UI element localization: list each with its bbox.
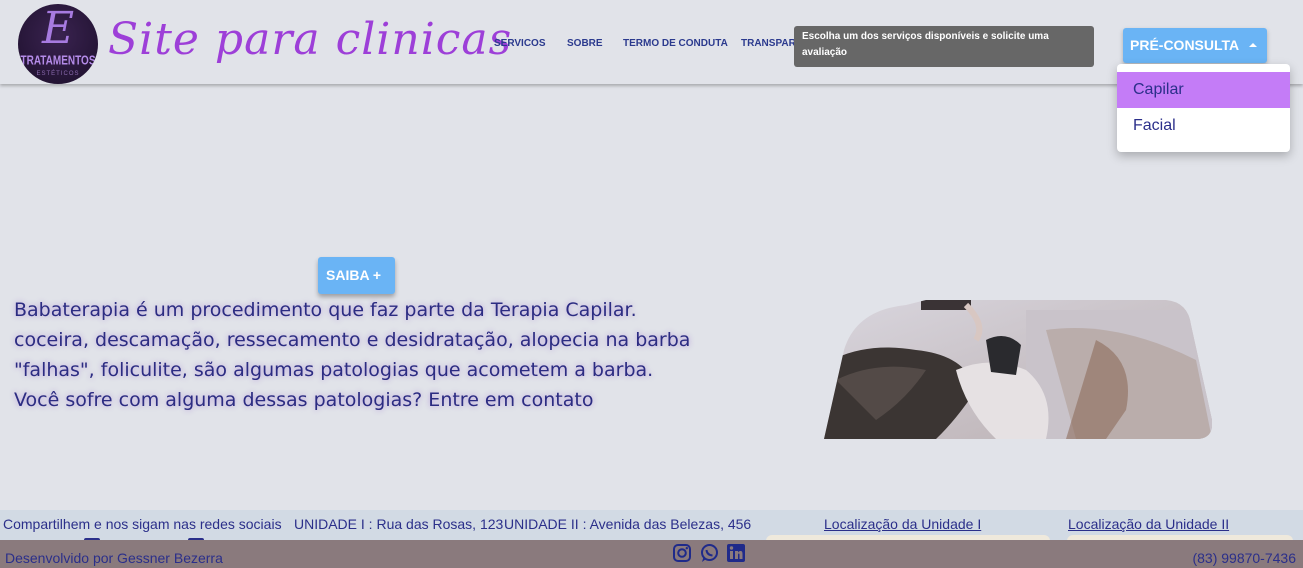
services-tooltip: Escolha um dos serviços disponíveis e so… xyxy=(794,26,1094,67)
logo-text: TRATAMENTOS xyxy=(20,54,96,69)
treatment-photo xyxy=(824,300,1212,439)
nav-termo-de-conduta[interactable]: TERMO DE CONDUTA xyxy=(623,38,728,52)
hero-description: Babaterapia é um procedimento que faz pa… xyxy=(14,299,691,411)
nav-transparencia[interactable]: TRANSPARÊNCIA xyxy=(741,38,794,52)
developer-credit: Desenvolvido por Gessner Bezerra xyxy=(5,550,223,566)
pre-consulta-button[interactable]: PRÉ-CONSULTA xyxy=(1123,28,1267,63)
phone-number: (83) 99870-7436 xyxy=(1192,550,1296,566)
nav-servicos[interactable]: SERVICOS xyxy=(494,38,546,52)
unit-2-address: UNIDADE II : Avenida das Belezas, 456 xyxy=(504,516,752,532)
pre-consulta-label: PRÉ-CONSULTA xyxy=(1130,37,1240,53)
logo-letter: E xyxy=(41,4,75,54)
caret-up-icon xyxy=(1249,43,1257,47)
saiba-mais-button[interactable]: SAIBA + xyxy=(318,257,395,294)
pre-consulta-dropdown: Capilar Facial xyxy=(1117,64,1290,152)
dropdown-item-facial[interactable]: Facial xyxy=(1117,108,1290,144)
footer-bottom-bar: Desenvolvido por Gessner Bezerra (83) 99… xyxy=(0,540,1303,568)
social-links xyxy=(672,543,748,565)
site-header: E TRATAMENTOS ESTÉTICOS Site para clinic… xyxy=(0,0,1303,84)
clinic-logo[interactable]: E TRATAMENTOS ESTÉTICOS xyxy=(18,4,98,84)
unit-2-location-link[interactable]: Localização da Unidade II xyxy=(1068,516,1229,532)
site-title: Site para clinicas xyxy=(108,14,513,65)
unit-1-location-link[interactable]: Localização da Unidade I xyxy=(824,516,981,532)
whatsapp-icon[interactable] xyxy=(699,543,719,563)
dropdown-item-capilar[interactable]: Capilar xyxy=(1117,72,1290,108)
linkedin-icon[interactable] xyxy=(726,543,746,563)
unit-1-address: UNIDADE I : Rua das Rosas, 123 xyxy=(294,516,504,532)
instagram-icon[interactable] xyxy=(672,543,692,563)
nav-sobre[interactable]: SOBRE xyxy=(567,38,603,52)
share-text: Compartilhem e nos sigam nas redes socia… xyxy=(3,516,282,532)
logo-subtext: ESTÉTICOS xyxy=(36,71,80,77)
